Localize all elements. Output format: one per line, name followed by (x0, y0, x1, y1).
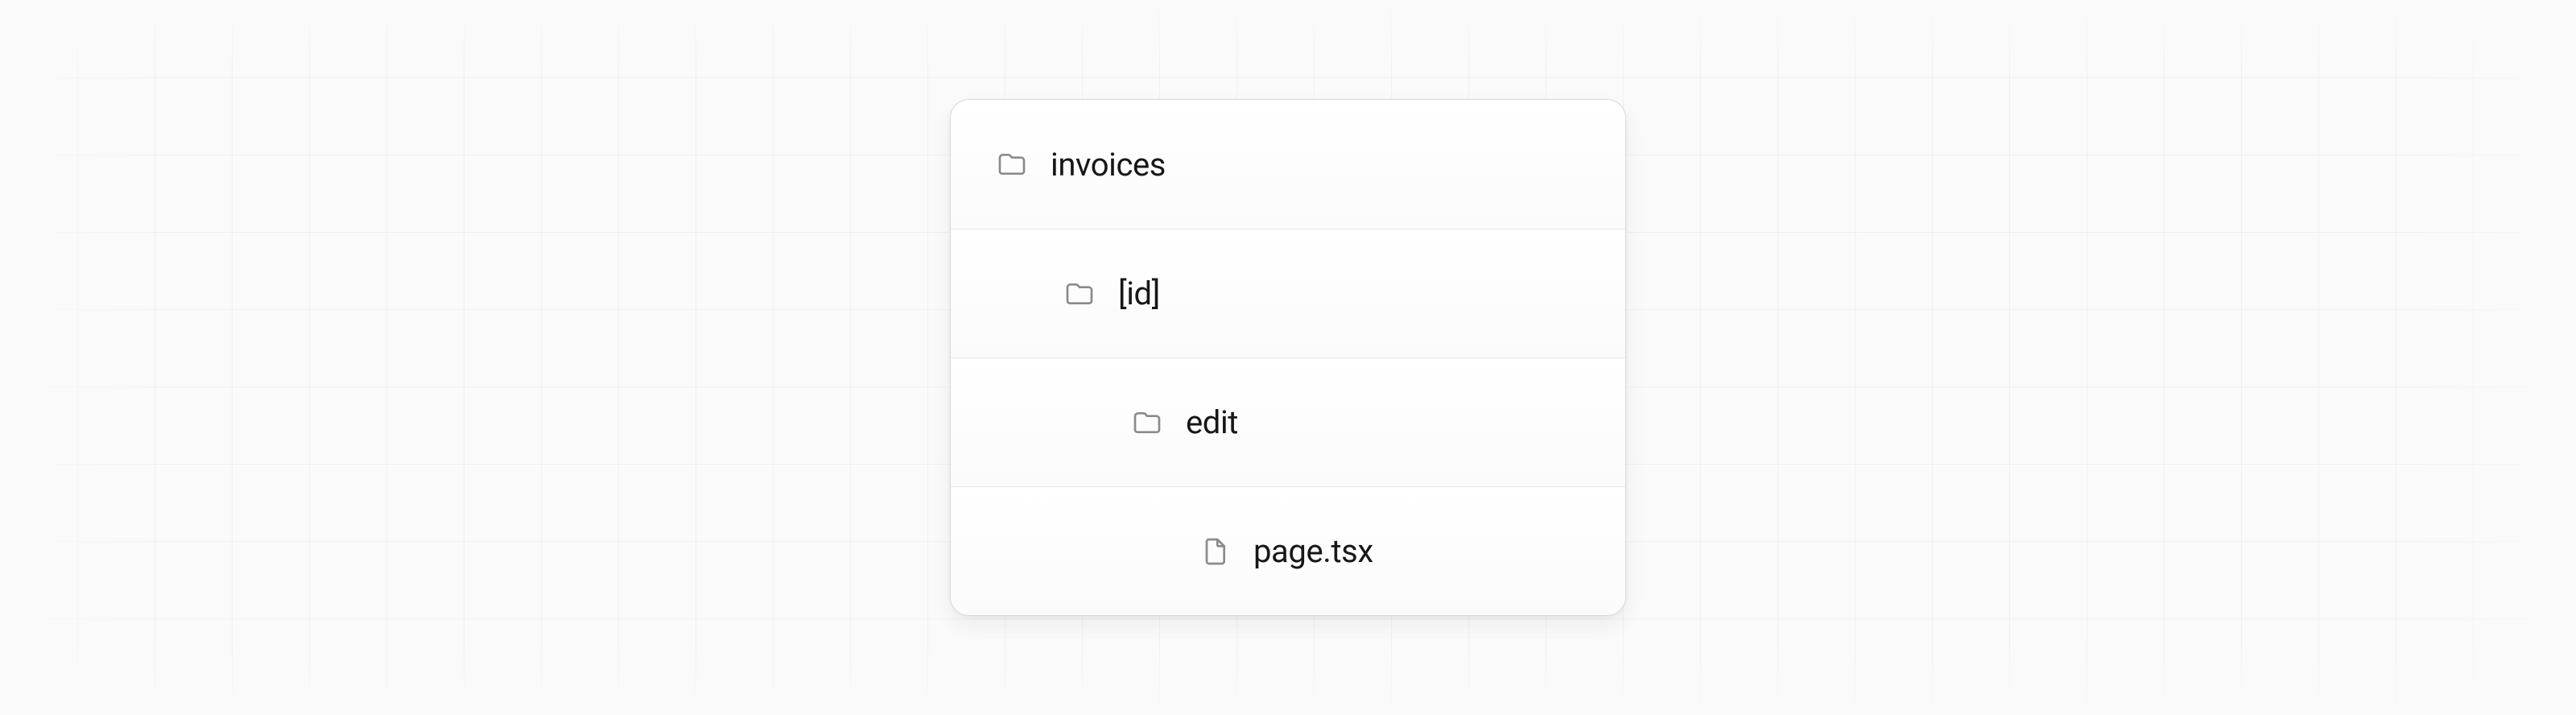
tree-row-page: page.tsx (951, 486, 1625, 615)
folder-icon (1131, 407, 1163, 439)
tree-label: page.tsx (1253, 532, 1373, 570)
tree-label: edit (1186, 403, 1238, 441)
file-icon (1199, 535, 1231, 568)
tree-row-invoices: invoices (951, 100, 1625, 229)
stage: invoices [id] edit (0, 0, 2576, 715)
folder-icon (1063, 278, 1096, 310)
tree-row-edit: edit (951, 358, 1625, 486)
tree-label: invoices (1051, 146, 1166, 184)
folder-icon (996, 148, 1028, 180)
tree-label: [id] (1118, 275, 1160, 312)
file-tree: invoices [id] edit (950, 99, 1626, 616)
tree-row-id: [id] (951, 229, 1625, 358)
